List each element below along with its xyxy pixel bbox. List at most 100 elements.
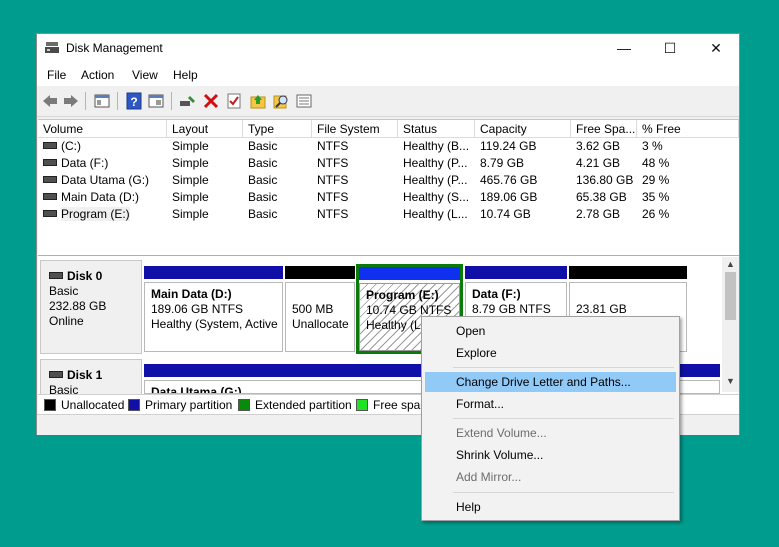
drive-icon [43, 159, 57, 167]
percent-free-cell: 29 % [642, 173, 670, 187]
column-header-layout[interactable]: Layout [167, 120, 243, 138]
table-row[interactable]: (C:) Simple Basic NTFS Healthy (B... 119… [38, 138, 739, 155]
extended-swatch [238, 398, 250, 411]
disk-1-label[interactable]: Disk 1 Basic [40, 359, 142, 399]
disk-icon [49, 272, 63, 280]
check-icon[interactable] [225, 92, 243, 110]
drive-icon [43, 193, 57, 201]
capacity-cell: 10.74 GB [480, 207, 531, 221]
scroll-down-icon[interactable]: ▼ [722, 376, 739, 386]
table-row[interactable]: Main Data (D:) Simple Basic NTFS Healthy… [38, 189, 739, 206]
menu-item-change-drive-letter[interactable]: Change Drive Letter and Paths... [425, 372, 676, 392]
percent-free-cell: 35 % [642, 190, 670, 204]
menu-item-shrink-volume[interactable]: Shrink Volume... [425, 445, 676, 465]
free-space-cell: 4.21 GB [576, 156, 621, 170]
menu-view[interactable]: View [132, 68, 158, 82]
drive-icon [43, 176, 57, 184]
capacity-cell: 465.76 GB [480, 173, 538, 187]
menu-help[interactable]: Help [173, 68, 198, 82]
partition-name: Main Data (D:) [151, 287, 232, 301]
disk-icon [49, 371, 63, 379]
scrollbar-thumb[interactable] [725, 272, 736, 320]
column-header-capacity[interactable]: Capacity [475, 120, 571, 138]
unallocated-bar [285, 266, 355, 279]
search-icon[interactable] [272, 92, 290, 110]
column-header-free-space[interactable]: Free Spa... [571, 120, 637, 138]
menu-item-add-mirror: Add Mirror... [456, 470, 522, 484]
table-row[interactable]: Data (F:) Simple Basic NTFS Healthy (P..… [38, 155, 739, 172]
layout-cell: Simple [172, 156, 209, 170]
file-system-cell: NTFS [317, 156, 349, 170]
column-header-file-system[interactable]: File System [312, 120, 398, 138]
disk-0-size: 232.88 GB [49, 299, 107, 313]
menu-item-open[interactable]: Open [425, 321, 676, 341]
partition-unallocated-500mb[interactable]: 500 MB Unallocate [285, 266, 355, 352]
legend-primary-partition: Primary partition [128, 398, 232, 412]
disk-1-name: Disk 1 [67, 368, 103, 382]
console-tree-icon[interactable] [93, 92, 111, 110]
legend-unallocated: Unallocated [44, 398, 124, 412]
partition-name: Data (F:) [472, 287, 521, 301]
legend-extended-partition: Extended partition [238, 398, 352, 412]
status-cell: Healthy (P... [403, 156, 468, 170]
back-arrow-icon[interactable] [41, 92, 59, 110]
menu-item-format[interactable]: Format... [425, 394, 676, 414]
disk-0-type: Basic [49, 284, 79, 298]
toolbar: ? [37, 86, 739, 117]
menu-item-help[interactable]: Help [425, 497, 676, 517]
partition-main-data-d[interactable]: Main Data (D:) 189.06 GB NTFS Healthy (S… [144, 266, 283, 352]
status-cell: Healthy (S... [403, 190, 470, 204]
column-header-volume[interactable]: Volume [38, 120, 167, 138]
capacity-cell: 119.24 GB [480, 139, 537, 153]
capacity-cell: 189.06 GB [480, 190, 538, 204]
forward-arrow-icon[interactable] [62, 92, 80, 110]
volume-list: Volume Layout Type File System Status Ca… [38, 119, 739, 256]
disk-0-label[interactable]: Disk 0 Basic 232.88 GB Online [40, 260, 142, 354]
column-header-percent-free[interactable]: % Free [637, 120, 739, 138]
type-cell: Basic [248, 139, 278, 153]
primary-partition-bar [465, 266, 567, 279]
context-menu: Open Explore Change Drive Letter and Pat… [421, 316, 680, 521]
help-icon[interactable]: ? [125, 92, 143, 110]
unallocated-bar [569, 266, 687, 279]
column-header-type[interactable]: Type [243, 120, 312, 138]
menu-action[interactable]: Action [81, 68, 114, 82]
volume-name: (C:) [61, 139, 81, 153]
volume-name: Data Utama (G:) [61, 173, 150, 187]
vertical-scrollbar[interactable]: ▲ ▼ [722, 257, 739, 392]
file-system-cell: NTFS [317, 139, 349, 153]
properties-icon[interactable] [147, 92, 165, 110]
layout-cell: Simple [172, 190, 209, 204]
menu-file[interactable]: File [47, 68, 66, 82]
folder-up-icon[interactable] [249, 92, 267, 110]
free-space-cell: 2.78 GB [576, 207, 621, 221]
delete-icon[interactable] [202, 92, 220, 110]
capacity-cell: 8.79 GB [480, 156, 525, 170]
connect-icon[interactable] [179, 92, 197, 110]
title-bar: Disk Management — ☐ ✕ [37, 34, 739, 62]
drive-icon [43, 142, 57, 150]
maximize-button[interactable]: ☐ [647, 34, 693, 62]
partition-size: 8.79 GB NTFS [472, 302, 551, 316]
type-cell: Basic [248, 207, 278, 221]
minimize-button[interactable]: — [601, 34, 647, 62]
partition-status: Healthy (System, Active [151, 317, 278, 331]
close-button[interactable]: ✕ [693, 34, 739, 62]
table-row[interactable]: Data Utama (G:) Simple Basic NTFS Health… [38, 172, 739, 189]
scroll-up-icon[interactable]: ▲ [722, 259, 739, 269]
legend-free-space: Free spac [356, 398, 426, 412]
percent-free-cell: 3 % [642, 139, 663, 153]
list-icon[interactable] [295, 92, 313, 110]
table-row[interactable]: Program (E:) Simple Basic NTFS Healthy (… [38, 206, 739, 223]
disk-management-app-icon [45, 42, 59, 53]
menu-item-explore[interactable]: Explore [425, 343, 676, 363]
percent-free-cell: 26 % [642, 207, 670, 221]
menu-separator [453, 367, 674, 368]
menu-separator [453, 418, 674, 419]
volume-name: Data (F:) [61, 156, 109, 170]
partition-name [292, 287, 348, 302]
file-system-cell: NTFS [317, 207, 349, 221]
column-header-status[interactable]: Status [398, 120, 475, 138]
partition-size: 23.81 GB [576, 302, 627, 316]
free-space-cell: 3.62 GB [576, 139, 621, 153]
